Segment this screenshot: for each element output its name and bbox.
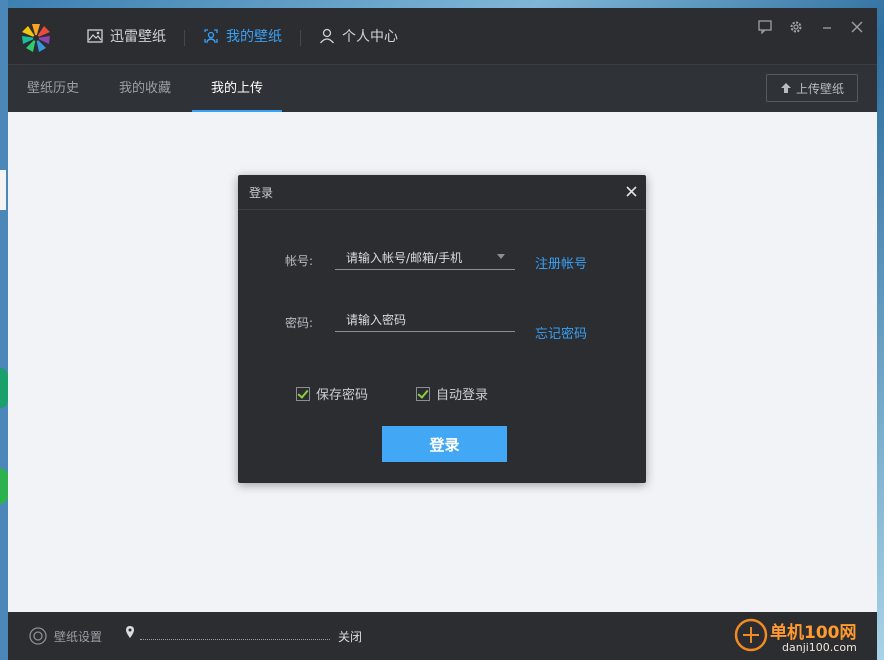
- save-password-label: 保存密码: [316, 388, 369, 403]
- sub-tab-bar: 壁纸历史 我的收藏 我的上传 上传壁纸: [8, 64, 877, 113]
- checkbox-checked-icon[interactable]: [416, 386, 430, 401]
- wallpaper-settings-link[interactable]: 壁纸设置: [54, 628, 102, 645]
- password-placeholder: 请输入密码: [346, 313, 407, 327]
- login-button[interactable]: 登录: [382, 426, 507, 462]
- nav-my-wallpaper[interactable]: 我的壁纸: [202, 26, 282, 46]
- dialog-close-icon[interactable]: [622, 182, 640, 200]
- minimize-icon[interactable]: [818, 18, 836, 36]
- nav-personal-center[interactable]: 个人中心: [318, 26, 398, 46]
- account-label: 帐号:: [285, 254, 314, 268]
- auto-login-label: 自动登录: [436, 388, 489, 403]
- dialog-header: 登录: [238, 175, 646, 210]
- arrow-up-icon: [780, 83, 791, 93]
- app-logo-icon: [22, 24, 50, 52]
- tab-my-favorites[interactable]: 我的收藏: [119, 65, 171, 113]
- nav-label: 个人中心: [342, 29, 398, 45]
- tab-wallpaper-history[interactable]: 壁纸历史: [27, 65, 79, 113]
- close-label[interactable]: 关闭: [338, 628, 362, 645]
- wallpaper-app-window: 迅雷壁纸 我的壁纸 个人中心 壁纸历史 我的收藏 我的上传 上传壁纸 壁纸设置 …: [8, 8, 877, 660]
- dropdown-arrow-icon[interactable]: [497, 254, 505, 259]
- user-frame-icon: [204, 29, 218, 43]
- forgot-password-link[interactable]: 忘记密码: [535, 323, 587, 342]
- register-account-link[interactable]: 注册帐号: [535, 253, 587, 272]
- nav-label: 迅雷壁纸: [110, 29, 166, 45]
- settings-gear-icon[interactable]: [28, 626, 48, 646]
- desktop-app-icon[interactable]: [0, 468, 8, 504]
- desktop-edge: [0, 0, 8, 660]
- auto-login-checkbox[interactable]: 自动登录: [416, 384, 488, 403]
- slider-track[interactable]: [140, 639, 330, 641]
- nav-xunlei-wallpaper[interactable]: 迅雷壁纸: [86, 26, 166, 46]
- upload-label: 上传壁纸: [795, 81, 844, 96]
- nav-label: 我的壁纸: [226, 29, 282, 45]
- gear-icon[interactable]: [787, 18, 805, 36]
- tab-my-uploads[interactable]: 我的上传: [211, 65, 263, 113]
- divider: [300, 30, 301, 46]
- password-label: 密码:: [285, 316, 314, 330]
- login-dialog: 登录 帐号: 请输入帐号/邮箱/手机 注册帐号 密码: 请输入密码 忘记密码 保…: [238, 175, 646, 483]
- image-icon: [87, 29, 103, 43]
- close-icon[interactable]: [848, 18, 866, 36]
- divider: [184, 30, 185, 46]
- checkbox-checked-icon[interactable]: [296, 386, 310, 401]
- save-password-checkbox[interactable]: 保存密码: [296, 384, 368, 403]
- dialog-title: 登录: [249, 186, 274, 200]
- location-pin-icon[interactable]: [125, 625, 135, 639]
- account-input[interactable]: 请输入帐号/邮箱/手机: [335, 245, 515, 270]
- watermark: 单机100网 danji100.com: [730, 612, 880, 660]
- feedback-icon[interactable]: [756, 18, 774, 36]
- account-placeholder: 请输入帐号/邮箱/手机: [346, 251, 463, 265]
- person-icon: [319, 28, 335, 44]
- watermark-url: danji100.com: [782, 641, 857, 654]
- password-input[interactable]: 请输入密码: [335, 307, 515, 332]
- desktop-app-icon[interactable]: [0, 368, 8, 408]
- upload-wallpaper-button[interactable]: 上传壁纸: [766, 74, 858, 102]
- watermark-logo-icon: [734, 618, 768, 652]
- title-bar: 迅雷壁纸 我的壁纸 个人中心: [8, 8, 877, 64]
- desktop-file-icon[interactable]: [0, 170, 6, 210]
- watermark-title: 单机100网: [770, 623, 857, 643]
